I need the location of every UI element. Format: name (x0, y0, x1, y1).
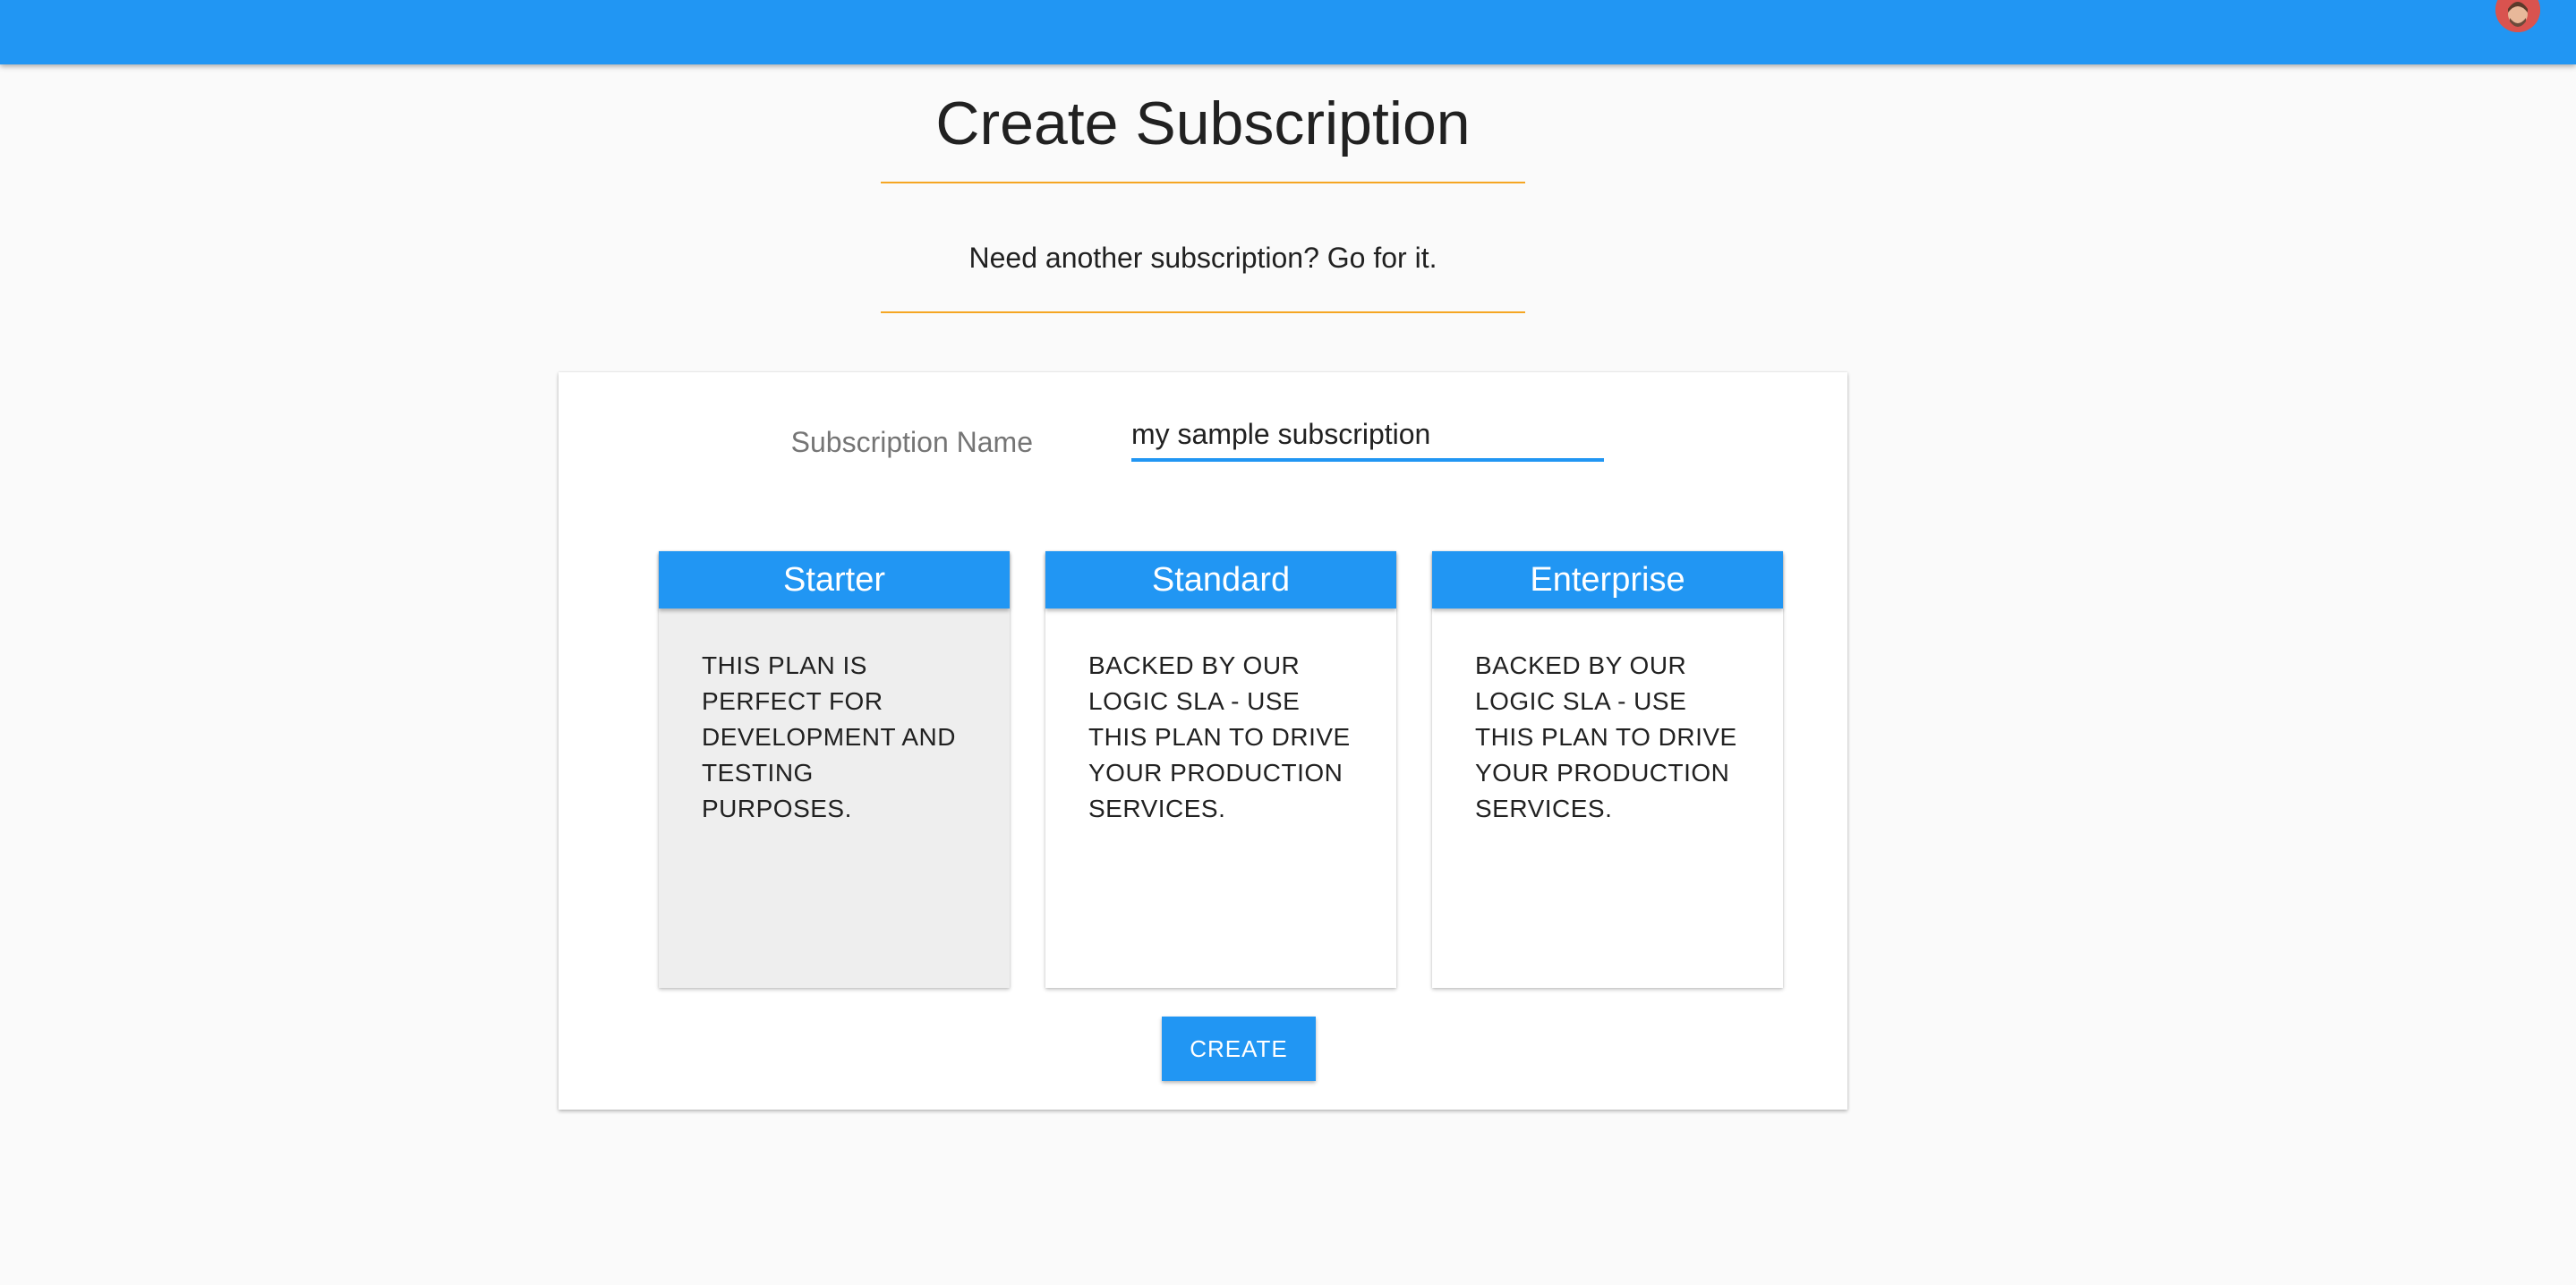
plan-card-starter[interactable]: Starter THIS PLAN IS PERFECT FOR DEVELOP… (659, 551, 1010, 988)
plan-description: THIS PLAN IS PERFECT FOR DEVELOPMENT AND… (702, 651, 956, 822)
subscription-name-input[interactable] (1131, 410, 1604, 462)
user-avatar-icon[interactable] (2495, 0, 2540, 32)
title-divider (881, 182, 1525, 183)
plan-title: Enterprise (1432, 551, 1783, 608)
create-button[interactable]: CREATE (1162, 1017, 1316, 1081)
subtitle-divider (881, 311, 1525, 313)
page-title: Create Subscription (935, 89, 1471, 157)
plan-title: Starter (659, 551, 1010, 608)
subscription-name-label: Subscription Name (790, 426, 1033, 458)
top-app-bar (0, 0, 2576, 64)
plan-card-standard[interactable]: Standard BACKED BY OUR LOGIC SLA - USE T… (1045, 551, 1396, 988)
plan-card-enterprise[interactable]: Enterprise BACKED BY OUR LOGIC SLA - USE… (1432, 551, 1783, 988)
plan-description: BACKED BY OUR LOGIC SLA - USE THIS PLAN … (1475, 651, 1737, 822)
subscription-form-card: Subscription Name Starter THIS PLAN IS P… (559, 372, 1847, 1110)
plan-title: Standard (1045, 551, 1396, 608)
page-subtitle: Need another subscription? Go for it. (968, 242, 1437, 274)
plan-description: BACKED BY OUR LOGIC SLA - USE THIS PLAN … (1088, 651, 1351, 822)
